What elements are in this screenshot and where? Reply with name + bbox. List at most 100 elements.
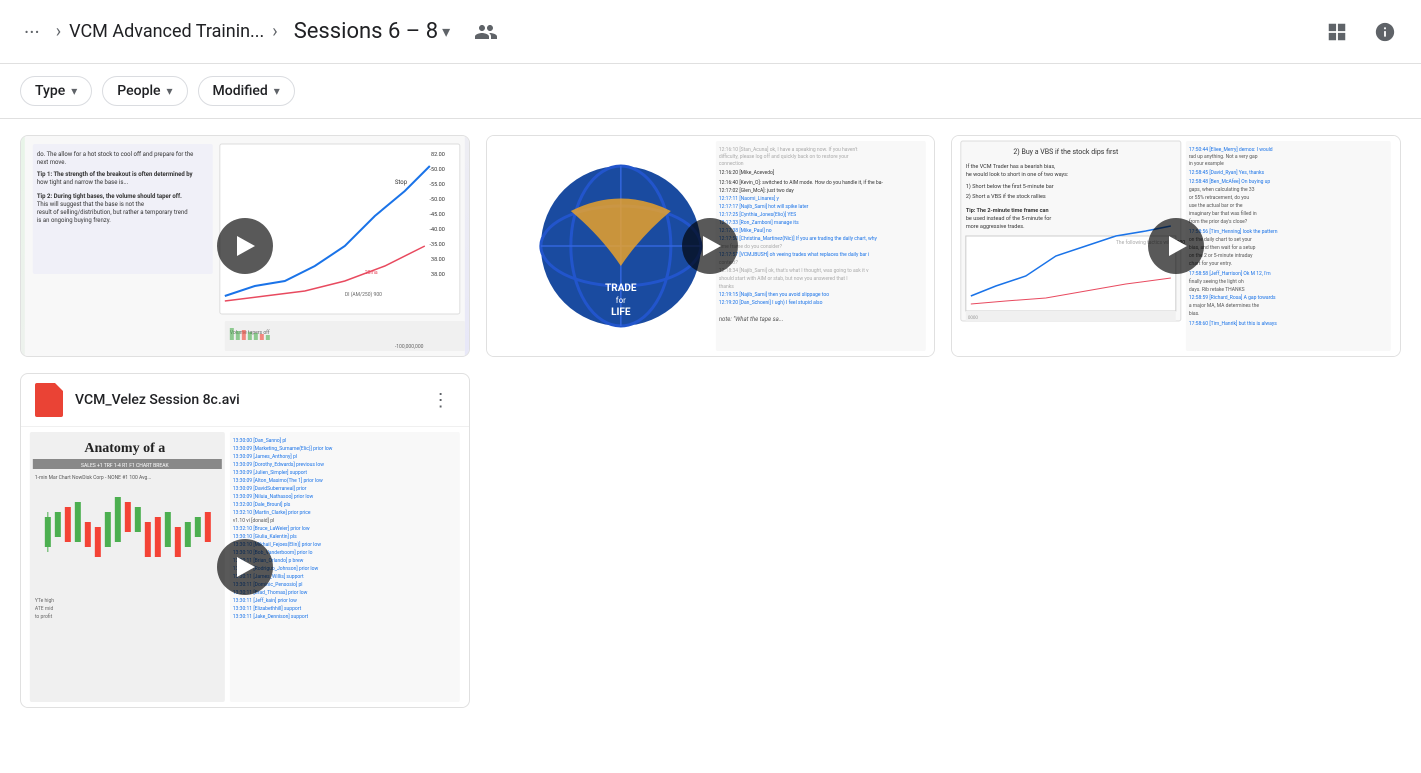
thumbnail-card-3[interactable]: 2) Buy a VBS if the stock dips first If … [951, 135, 1401, 357]
breadcrumb-parent-title[interactable]: VCM Advanced Trainin... [69, 21, 264, 42]
content-area: do. The allow for a hot stock to cool of… [0, 119, 1421, 724]
svg-text:12:17:33 [Ron_Zamboni] manage: 12:17:33 [Ron_Zamboni] manage its [718, 219, 798, 226]
svg-text:2) Short a VBS if the stock ra: 2) Short a VBS if the stock rallies [966, 193, 1046, 200]
svg-text:bias.: bias. [1189, 311, 1200, 317]
people-filter-label: People [117, 83, 160, 99]
thumbnail-image-3: 2) Buy a VBS if the stock dips first If … [952, 136, 1400, 356]
list-card-thumbnail: Anatomy of a SALES +1 TRF 1-4 R1 F1 CHAR… [21, 427, 469, 707]
svg-text:difficulty, please log off and: difficulty, please log off and quickly b… [718, 153, 848, 160]
svg-text:12:19:15 [Najib_Sami] then you: 12:19:15 [Najib_Sami] then you avoid sli… [718, 291, 828, 298]
svg-text:2) Buy a VBS if the stock dips: 2) Buy a VBS if the stock dips first [1014, 148, 1120, 156]
type-filter-arrow: ▾ [71, 84, 77, 98]
svg-text:-40.00: -40.00 [429, 227, 444, 233]
svg-text:to profit: to profit [35, 613, 53, 620]
svg-text:12:17:50 [Christina_Martinez(N: 12:17:50 [Christina_Martinez(Nic)] If yo… [718, 235, 877, 242]
svg-text:-100,000,000: -100,000,000 [395, 344, 424, 350]
people-filter-arrow: ▾ [167, 84, 173, 98]
thumbnail-image-1: do. The allow for a hot stock to cool of… [21, 136, 469, 356]
sessions-dropdown[interactable]: Sessions 6 – 8 ▾ [286, 15, 458, 48]
svg-text:a major MA, MA determines the: a major MA, MA determines the [1189, 303, 1260, 309]
svg-text:0000: 0000 [968, 315, 979, 321]
svg-text:-50.00: -50.00 [429, 197, 444, 203]
svg-text:13:30:09 [Julien_Simpler] supp: 13:30:09 [Julien_Simpler] support [233, 469, 308, 476]
svg-text:rad up anything. Not a very ga: rad up anything. Not a very gap [1189, 154, 1258, 160]
sessions-title: Sessions 6 – 8 [294, 19, 438, 44]
svg-text:13:32:10 [Martin_Clarke] prior: 13:32:10 [Martin_Clarke] prior price [233, 509, 311, 516]
more-options-button[interactable]: ⋮ [425, 384, 457, 416]
svg-text:38.00: 38.00 [431, 272, 445, 278]
svg-text:12:19:20 [Dan_Schoeni] I ugh): 12:19:20 [Dan_Schoeni] I ugh) I feel stu… [718, 299, 822, 306]
svg-text:he would look to short in one: he would look to short in one of two way… [966, 171, 1069, 178]
svg-text:is an ongoing buying frenzy.: is an ongoing buying frenzy. [37, 217, 111, 224]
svg-text:thanks: thanks [718, 284, 733, 290]
bottom-grid: VCM_Velez Session 8c.avi ⋮ Anatomy of a … [20, 373, 1401, 708]
list-card-vcm[interactable]: VCM_Velez Session 8c.avi ⋮ Anatomy of a … [20, 373, 470, 708]
svg-text:in your example: in your example [1189, 161, 1224, 167]
svg-text:13:30:09 [Niluia_Nathasoo] pri: 13:30:09 [Niluia_Nathasoo] prior low [233, 493, 314, 500]
svg-text:Tip: The 2-minute time frame c: Tip: The 2-minute time frame can [966, 208, 1049, 214]
svg-text:DI (AM/250) 900: DI (AM/250) 900 [345, 291, 382, 298]
info-button[interactable] [1365, 12, 1405, 52]
svg-text:17:58:56 [Tim_Henning] look th: 17:58:56 [Tim_Henning] look the pattern [1189, 228, 1278, 235]
sessions-dropdown-arrow: ▾ [442, 22, 450, 41]
modified-filter-chip[interactable]: Modified ▾ [198, 76, 295, 106]
svg-text:12:16:10 [Stan_Acuna] ok, I ha: 12:16:10 [Stan_Acuna] ok, I have a speak… [718, 146, 857, 153]
svg-text:how tight and narrow the base: how tight and narrow the base is... [37, 179, 129, 186]
svg-text:connection: connection [718, 161, 743, 167]
svg-text:1-min Mar Chart NowDisk Corp -: 1-min Mar Chart NowDisk Corp - NONE #1 1… [35, 475, 151, 481]
file-icon-inner [35, 383, 63, 417]
svg-text:days. Rib retake THANKS: days. Rib retake THANKS [1189, 287, 1245, 293]
play-button-3[interactable] [1148, 218, 1204, 274]
play-button-1[interactable] [217, 218, 273, 274]
svg-text:12:58:48 [Ben_McAfee] On buyin: 12:58:48 [Ben_McAfee] On buying up [1189, 178, 1271, 185]
file-name-label: VCM_Velez Session 8c.avi [75, 392, 415, 408]
svg-text:13:30:09 [Dorothy_Edwards] pre: 13:30:09 [Dorothy_Edwards] previous low [233, 461, 324, 468]
svg-text:12:16:20 [Mike_Acevedo]: 12:16:20 [Mike_Acevedo] [718, 169, 773, 176]
svg-text:82.00: 82.00 [431, 152, 445, 158]
play-button-2[interactable] [682, 218, 738, 274]
svg-text:12:17:11 [Naomi_Linares] y: 12:17:11 [Naomi_Linares] y [718, 195, 779, 202]
svg-text:next move.: next move. [37, 159, 67, 166]
header-right-actions [1317, 12, 1405, 52]
svg-text:13:30:11 [Jake_Dennison] suppo: 13:30:11 [Jake_Dennison] support [233, 613, 309, 620]
svg-text:38.00: 38.00 [431, 257, 445, 263]
svg-text:13:30:11 [Jeff_kain] prior low: 13:30:11 [Jeff_kain] prior low [233, 597, 297, 604]
modified-filter-label: Modified [213, 83, 268, 99]
svg-text:or 55% retracement, do you: or 55% retracement, do you [1189, 195, 1250, 201]
people-icon-button[interactable] [466, 12, 506, 52]
svg-text:12:17:17 [Najib_Sami] hot will: 12:17:17 [Najib_Sami] hot will spike lat… [718, 203, 808, 210]
svg-text:-45.00: -45.00 [429, 212, 444, 218]
svg-text:-35.00: -35.00 [429, 242, 444, 248]
svg-text:This will suggest that the bas: This will suggest that the base is not t… [37, 201, 144, 208]
svg-text:12:18:34 [Najib_Sami] ok, that: 12:18:34 [Najib_Sami] ok, that's what I … [718, 267, 868, 274]
svg-text:13:32:00 [Dale_Brounl] pls: 13:32:00 [Dale_Brounl] pls [233, 501, 291, 508]
svg-text:13:30:00 [Dan_Sanno] pl: 13:30:00 [Dan_Sanno] pl [233, 437, 287, 444]
thumbnail-card-1[interactable]: do. The allow for a hot stock to cool of… [20, 135, 470, 357]
svg-text:12:17:57 [VCMJBUSH] oh veeing: 12:17:57 [VCMJBUSH] oh veeing trades wha… [718, 251, 868, 258]
svg-text:for: for [615, 296, 625, 305]
modified-filter-arrow: ▾ [274, 84, 280, 98]
svg-text:note: "What the tape sa...: note: "What the tape sa... [718, 316, 783, 323]
svg-text:-50.00: -50.00 [429, 167, 444, 173]
svg-text:Tip 2: During tight bases, the: Tip 2: During tight bases, the volume sh… [37, 193, 182, 200]
svg-text:from the prior day's close?: from the prior day's close? [1189, 218, 1248, 225]
grid-view-button[interactable] [1317, 12, 1357, 52]
svg-text:Anatomy of a: Anatomy of a [84, 441, 165, 456]
svg-text:1) Short below the first 5-min: 1) Short below the first 5-minute bar [966, 183, 1054, 190]
type-filter-chip[interactable]: Type ▾ [20, 76, 92, 106]
thumbnail-card-2[interactable]: TRADE for LIFE 12:16:10 [Stan_Acuna] ok,… [486, 135, 936, 357]
svg-text:do. The allow for a hot stock: do. The allow for a hot stock to cool of… [37, 151, 194, 158]
people-filter-chip[interactable]: People ▾ [102, 76, 187, 106]
play-button-4[interactable] [217, 539, 273, 595]
svg-text:12:17:25 [Cynthia_Jones(Elio)]: 12:17:25 [Cynthia_Jones(Elio)] YES [718, 211, 795, 218]
svg-text:more aggressive trades.: more aggressive trades. [966, 224, 1025, 230]
filter-bar: Type ▾ People ▾ Modified ▾ [0, 64, 1421, 119]
header: ··· › VCM Advanced Trainin... › Sessions… [0, 0, 1421, 64]
thumbnail-grid: do. The allow for a hot stock to cool of… [20, 135, 1401, 357]
svg-text:13:32:10 [Bruce_LaWeier] prior: 13:32:10 [Bruce_LaWeier] prior low [233, 525, 310, 532]
more-options-icon[interactable]: ··· [16, 16, 48, 48]
breadcrumb-chevron-2: › [272, 21, 277, 42]
svg-text:-55.00: -55.00 [429, 182, 444, 188]
svg-text:13:30:09 [James_Anthony] pl: 13:30:09 [James_Anthony] pl [233, 453, 297, 460]
svg-text:17:58:60 [Tim_Hanrik] but this: 17:58:60 [Tim_Hanrik] but this is always [1189, 320, 1277, 327]
